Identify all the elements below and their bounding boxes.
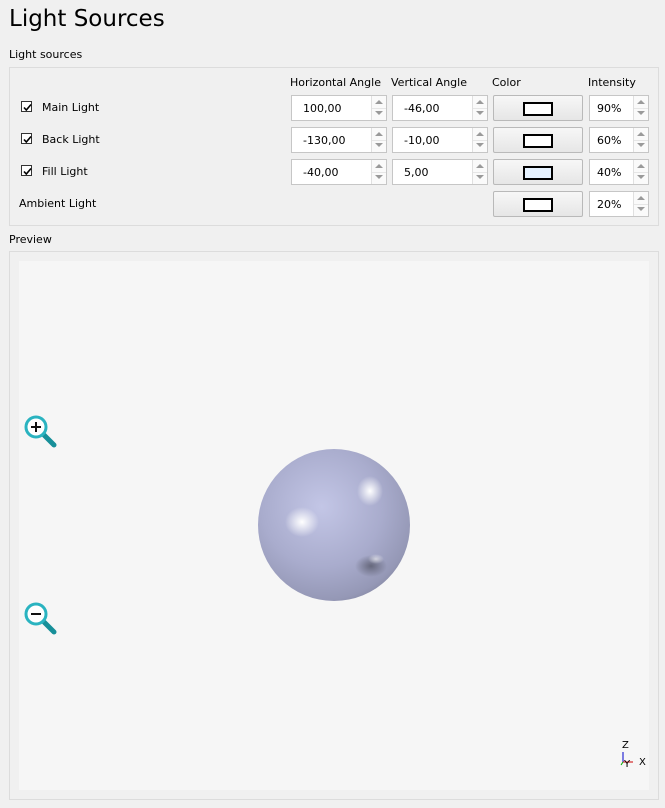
sphere-model (258, 449, 410, 601)
main-light-vertical-spinbox[interactable]: -46,00 (392, 95, 488, 121)
fill-light-intensity-spinbox[interactable]: 40% (589, 159, 649, 185)
back-light-vertical-value: -10,00 (404, 134, 440, 147)
row-main-light: Main Light 100,00 -46,00 90% (18, 95, 650, 121)
fill-light-label: Fill Light (42, 165, 88, 178)
main-light-label: Main Light (42, 101, 100, 114)
spin-down-icon[interactable] (476, 111, 484, 115)
header-color: Color (492, 76, 521, 89)
spin-up-icon[interactable] (375, 164, 383, 168)
back-light-label: Back Light (42, 133, 100, 146)
spin-up-icon[interactable] (476, 164, 484, 168)
fill-light-intensity-value: 40% (597, 166, 622, 179)
back-light-horizontal-spinbox[interactable]: -130,00 (291, 127, 387, 153)
preview-label: Preview (9, 233, 52, 246)
row-ambient-light: Ambient Light 20% (18, 191, 650, 217)
back-light-color-button[interactable] (493, 127, 583, 153)
ambient-light-intensity-value: 20% (597, 198, 622, 211)
header-horizontal-angle: Horizontal Angle (290, 76, 381, 89)
spin-down-icon[interactable] (637, 175, 645, 179)
preview-canvas (258, 449, 410, 601)
axis-y-label: Y (623, 759, 631, 770)
spin-up-icon[interactable] (476, 100, 484, 104)
zoom-in-icon[interactable] (23, 414, 57, 448)
light-sources-label: Light sources (9, 48, 83, 61)
spin-up-icon[interactable] (375, 100, 383, 104)
fill-light-checkbox[interactable] (21, 165, 32, 176)
fill-light-color-swatch (523, 166, 553, 180)
axis-z-label: Z (622, 740, 629, 751)
main-light-horizontal-value: 100,00 (303, 102, 342, 115)
main-light-checkbox[interactable] (21, 101, 32, 112)
ambient-light-label: Ambient Light (19, 197, 97, 210)
fill-light-horizontal-value: -40,00 (303, 166, 339, 179)
main-light-horizontal-spinbox[interactable]: 100,00 (291, 95, 387, 121)
checkmark-icon (23, 135, 32, 144)
ambient-light-color-button[interactable] (493, 191, 583, 217)
spin-down-icon[interactable] (637, 207, 645, 211)
back-light-intensity-spinbox[interactable]: 60% (589, 127, 649, 153)
spin-down-icon[interactable] (476, 175, 484, 179)
header-vertical-angle: Vertical Angle (391, 76, 467, 89)
checkmark-icon (23, 167, 32, 176)
zoom-out-icon[interactable] (23, 601, 57, 635)
ambient-light-intensity-spinbox[interactable]: 20% (589, 191, 649, 217)
spin-up-icon[interactable] (375, 132, 383, 136)
preview-viewport[interactable]: Z Y X (19, 261, 649, 790)
spin-up-icon[interactable] (637, 196, 645, 200)
ambient-light-color-swatch (523, 198, 553, 212)
spin-down-icon[interactable] (375, 175, 383, 179)
page-title: Light Sources (9, 6, 165, 32)
spin-up-icon[interactable] (637, 164, 645, 168)
row-fill-light: Fill Light -40,00 5,00 40% (18, 159, 650, 185)
header-intensity: Intensity (588, 76, 636, 89)
main-light-color-swatch (523, 102, 553, 116)
spin-down-icon[interactable] (637, 143, 645, 147)
main-light-intensity-value: 90% (597, 102, 622, 115)
row-back-light: Back Light -130,00 -10,00 60% (18, 127, 650, 153)
main-light-intensity-spinbox[interactable]: 90% (589, 95, 649, 121)
back-light-intensity-value: 60% (597, 134, 622, 147)
spin-down-icon[interactable] (375, 143, 383, 147)
spin-down-icon[interactable] (476, 143, 484, 147)
spin-up-icon[interactable] (637, 132, 645, 136)
spin-up-icon[interactable] (476, 132, 484, 136)
fill-light-color-button[interactable] (493, 159, 583, 185)
back-light-color-swatch (523, 134, 553, 148)
back-light-vertical-spinbox[interactable]: -10,00 (392, 127, 488, 153)
axis-triad-icon: Z Y X (620, 740, 646, 770)
fill-light-vertical-spinbox[interactable]: 5,00 (392, 159, 488, 185)
axis-x-label: X (639, 757, 646, 768)
main-light-color-button[interactable] (493, 95, 583, 121)
back-light-horizontal-value: -130,00 (303, 134, 346, 147)
spin-up-icon[interactable] (637, 100, 645, 104)
back-light-checkbox[interactable] (21, 133, 32, 144)
fill-light-vertical-value: 5,00 (404, 166, 429, 179)
spin-down-icon[interactable] (375, 111, 383, 115)
fill-light-horizontal-spinbox[interactable]: -40,00 (291, 159, 387, 185)
spin-down-icon[interactable] (637, 111, 645, 115)
main-light-vertical-value: -46,00 (404, 102, 440, 115)
checkmark-icon (23, 103, 32, 112)
